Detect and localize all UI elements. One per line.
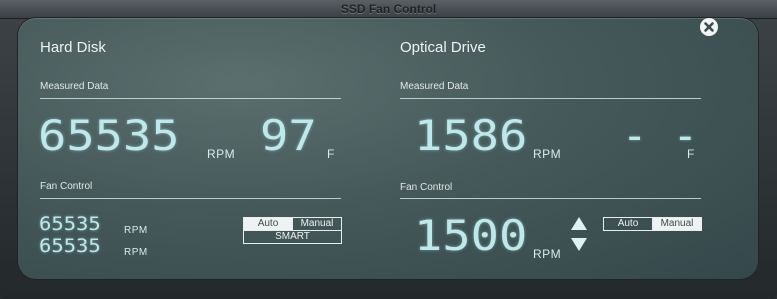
optical-drive-mode-manual[interactable]: Manual bbox=[652, 218, 701, 230]
window-title: SSD Fan Control bbox=[340, 2, 437, 16]
hard-disk-fan-control-label: Fan Control bbox=[40, 181, 93, 192]
hard-disk-mode-selector: Auto Manual bbox=[243, 217, 342, 231]
hard-disk-fan-unit-2: RPM bbox=[124, 247, 148, 258]
down-arrow-icon[interactable] bbox=[571, 238, 587, 251]
hard-disk-fan-rpm-1: 65535 bbox=[39, 213, 101, 235]
close-button[interactable] bbox=[700, 18, 718, 36]
hard-disk-temp-unit: F bbox=[327, 147, 335, 161]
hard-disk-measured-divider bbox=[40, 98, 341, 99]
optical-drive-mode-selector: Auto Manual bbox=[603, 217, 702, 231]
rpm-stepper[interactable] bbox=[570, 216, 588, 252]
hard-disk-title: Hard Disk bbox=[40, 39, 106, 56]
optical-drive-temp-unit: F bbox=[687, 147, 695, 161]
optical-drive-measured-label: Measured Data bbox=[400, 81, 469, 92]
optical-drive-target-unit: RPM bbox=[533, 247, 562, 261]
up-arrow-icon[interactable] bbox=[571, 217, 587, 230]
optical-drive-fan-control-label: Fan Control bbox=[400, 182, 453, 193]
hard-disk-mode-manual[interactable]: Manual bbox=[292, 218, 341, 230]
hard-disk-fan-unit-1: RPM bbox=[124, 225, 148, 236]
optical-drive-measured-divider bbox=[400, 98, 701, 99]
title-bar[interactable]: SSD Fan Control bbox=[0, 0, 777, 19]
hard-disk-temp-readout: 97 bbox=[260, 111, 317, 160]
hard-disk-rpm-readout: 65535 bbox=[38, 111, 180, 160]
optical-drive-title: Optical Drive bbox=[400, 39, 486, 56]
optical-drive-target-rpm: 1500 bbox=[414, 211, 528, 260]
optical-drive-rpm-readout: 1586 bbox=[414, 111, 528, 160]
optical-drive-mode-auto[interactable]: Auto bbox=[604, 218, 652, 230]
hard-disk-measured-label: Measured Data bbox=[40, 81, 109, 92]
optical-drive-rpm-unit: RPM bbox=[533, 147, 562, 161]
optical-drive-fan-divider bbox=[400, 198, 701, 199]
close-icon bbox=[704, 22, 714, 32]
up-down-arrows-icon bbox=[571, 217, 587, 251]
hard-disk-rpm-unit: RPM bbox=[207, 147, 236, 161]
hard-disk-mode-auto[interactable]: Auto bbox=[244, 218, 292, 230]
hard-disk-fan-divider bbox=[40, 198, 341, 199]
hard-disk-mode-smart[interactable]: SMART bbox=[243, 231, 342, 244]
app-window: SSD Fan Control Hard Disk Measured Data … bbox=[0, 0, 777, 299]
hard-disk-fan-rpm-2: 65535 bbox=[39, 235, 101, 257]
